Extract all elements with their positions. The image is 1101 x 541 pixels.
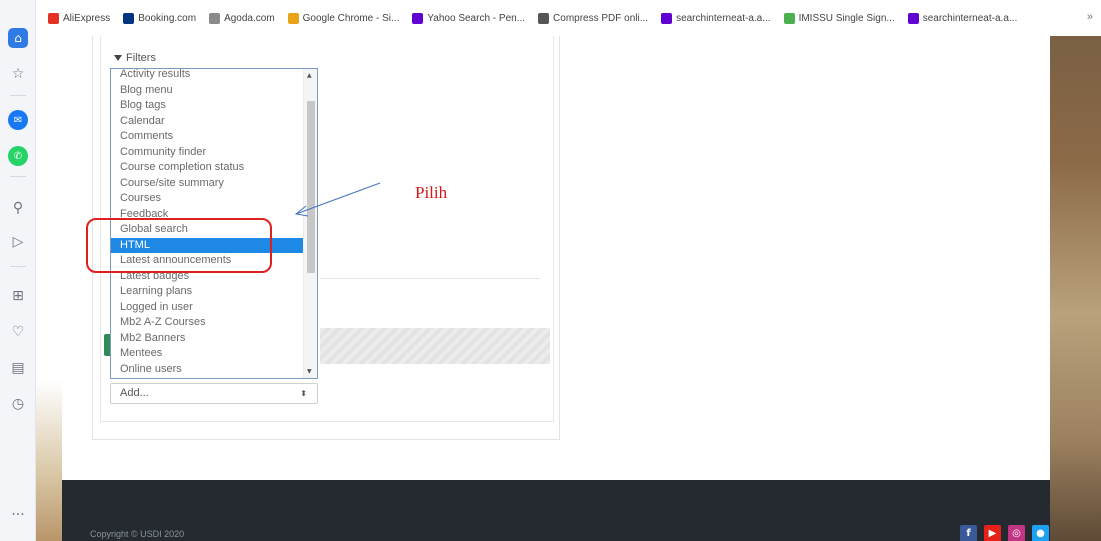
bookmark-item[interactable]: Yahoo Search - Pen... bbox=[412, 12, 526, 24]
search-icon[interactable]: ⚲ bbox=[8, 198, 28, 218]
block-option[interactable]: Calendar bbox=[111, 114, 303, 130]
select-caret-icon: ⬍ bbox=[300, 389, 307, 398]
annotation-callout: Pilih bbox=[378, 165, 550, 221]
booking-icon bbox=[123, 12, 135, 24]
bookmark-item[interactable]: Booking.com bbox=[123, 12, 197, 24]
bookmark-label: Booking.com bbox=[138, 12, 197, 24]
location-icon[interactable]: ● bbox=[1032, 525, 1049, 541]
history-icon[interactable]: ◷ bbox=[8, 394, 28, 414]
copyright-text: Copyright © USDI 2020 bbox=[90, 529, 185, 539]
bookmark-item[interactable]: AliExpress bbox=[48, 12, 111, 24]
scroll-down-icon[interactable]: ▼ bbox=[307, 368, 312, 375]
scroll-up-icon[interactable]: ▲ bbox=[307, 72, 312, 79]
sidebar-divider bbox=[10, 95, 26, 96]
yahoo-icon bbox=[661, 12, 673, 24]
filter-icon bbox=[114, 55, 122, 61]
imissu-icon bbox=[783, 12, 795, 24]
bookmark-label: Compress PDF onli... bbox=[553, 12, 649, 24]
agoda-icon bbox=[209, 12, 221, 24]
block-option[interactable]: Blog tags bbox=[111, 98, 303, 114]
block-option[interactable]: Learning plans bbox=[111, 284, 303, 300]
divider bbox=[320, 278, 540, 279]
yahoo-icon bbox=[412, 12, 424, 24]
block-option[interactable]: Comments bbox=[111, 129, 303, 145]
background-image bbox=[1050, 36, 1101, 541]
add-select-value: Add... bbox=[120, 387, 149, 399]
block-option[interactable]: Community finder bbox=[111, 145, 303, 161]
bookmarks-overflow-icon[interactable]: » bbox=[1087, 11, 1093, 23]
bookmark-item[interactable]: Google Chrome - Si... bbox=[287, 12, 400, 24]
bookmark-item[interactable]: Compress PDF onli... bbox=[538, 12, 649, 24]
whatsapp-icon[interactable]: ✆ bbox=[8, 146, 28, 166]
star-icon[interactable]: ☆ bbox=[8, 64, 28, 84]
sidebar-divider bbox=[10, 176, 26, 177]
bookmark-item[interactable]: searchinterneat-a.a... bbox=[907, 12, 1018, 24]
apps-icon[interactable]: ⊞ bbox=[8, 286, 28, 306]
home-icon[interactable]: ⌂ bbox=[8, 28, 28, 48]
bookmark-label: Google Chrome - Si... bbox=[302, 12, 400, 24]
listbox-scrollbar[interactable]: ▲ ▼ bbox=[303, 69, 317, 378]
send-icon[interactable]: ▷ bbox=[8, 232, 28, 252]
placeholder-bar bbox=[320, 328, 550, 364]
bookmark-label: IMISSU Single Sign... bbox=[798, 12, 895, 24]
more-icon[interactable]: ··· bbox=[8, 505, 28, 525]
bookmark-label: AliExpress bbox=[63, 12, 111, 24]
messenger-icon[interactable]: ✉ bbox=[8, 110, 28, 130]
bookmark-label: searchinterneat-a.a... bbox=[922, 12, 1018, 24]
filters-label: Filters bbox=[126, 52, 156, 64]
filters-header[interactable]: Filters bbox=[114, 52, 156, 64]
block-option[interactable]: Courses bbox=[111, 191, 303, 207]
youtube-icon[interactable]: ▶ bbox=[984, 525, 1001, 541]
facebook-icon[interactable]: f bbox=[960, 525, 977, 541]
instagram-icon[interactable]: ◎ bbox=[1008, 525, 1025, 541]
bookmark-item[interactable]: searchinterneat-a.a... bbox=[661, 12, 771, 24]
yahoo-icon bbox=[907, 12, 919, 24]
annotation-text: Pilih bbox=[415, 183, 448, 202]
aliexpress-icon bbox=[48, 12, 59, 24]
site-footer: Copyright © USDI 2020 f ▶ ◎ ● bbox=[62, 480, 1050, 541]
bookmarks-bar: AliExpress Booking.com Agoda.com Google Chr… bbox=[36, 0, 1101, 36]
bookmark-item[interactable]: IMISSU Single Sign... bbox=[783, 12, 895, 24]
block-option[interactable]: Blog menu bbox=[111, 83, 303, 99]
bookmark-label: Yahoo Search - Pen... bbox=[427, 12, 526, 24]
add-block-select[interactable]: Add... ⬍ bbox=[110, 383, 318, 404]
bookmark-label: searchinterneat-a.a... bbox=[676, 12, 771, 24]
annotation-highlight bbox=[86, 218, 272, 273]
block-option[interactable]: Online users bbox=[111, 362, 303, 378]
block-option[interactable]: Mb2 A-Z Courses bbox=[111, 315, 303, 331]
background-image bbox=[36, 380, 62, 541]
pdf-icon bbox=[538, 12, 550, 24]
scrollbar-thumb[interactable] bbox=[307, 101, 315, 273]
browser-sidebar: ⌂ ☆ ✉ ✆ ⚲ ▷ ⊞ ♡ ▤ ◷ ··· bbox=[0, 0, 36, 541]
sidebar-divider bbox=[10, 266, 26, 267]
bookmark-label: Agoda.com bbox=[224, 12, 275, 24]
block-option[interactable]: Course/site summary bbox=[111, 176, 303, 192]
block-option[interactable]: Logged in user bbox=[111, 300, 303, 316]
notes-icon[interactable]: ▤ bbox=[8, 358, 28, 378]
block-option[interactable]: Activity results bbox=[111, 69, 303, 83]
chrome-icon bbox=[287, 12, 299, 24]
heart-icon[interactable]: ♡ bbox=[8, 322, 28, 342]
block-option[interactable]: Mentees bbox=[111, 346, 303, 362]
bookmark-item[interactable]: Agoda.com bbox=[209, 12, 275, 24]
block-option[interactable]: Course completion status bbox=[111, 160, 303, 176]
block-option[interactable]: Mb2 Banners bbox=[111, 331, 303, 347]
